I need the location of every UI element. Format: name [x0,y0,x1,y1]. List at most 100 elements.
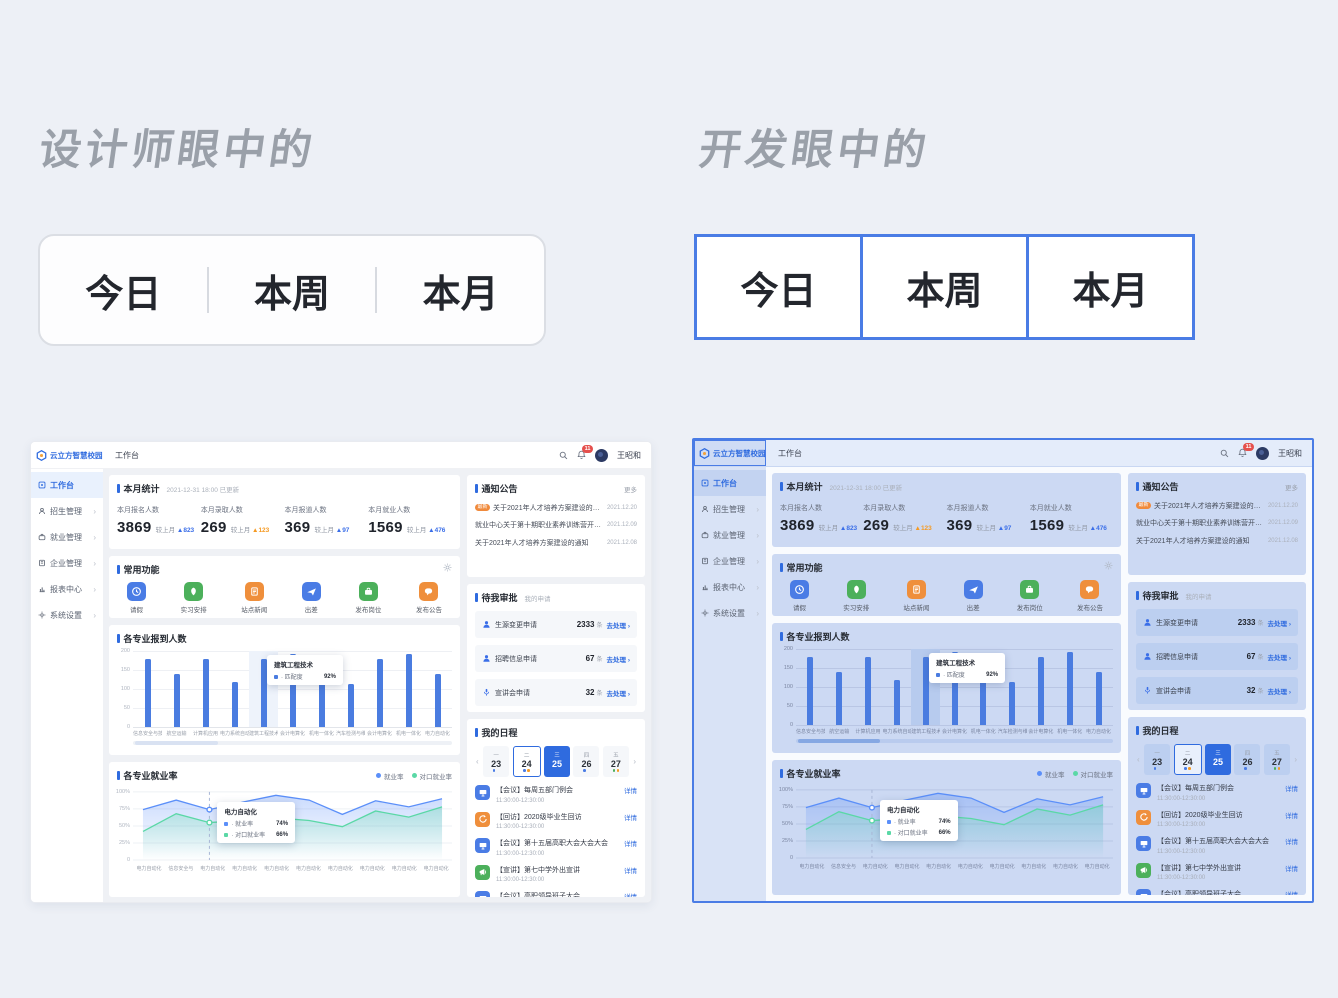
notices-more-link[interactable]: 更多 [624,484,637,494]
notice-item[interactable]: 最新 关于2021年人才培养方案建设的通知 2021.12.20 [475,503,637,513]
schedule-day-27[interactable]: 五 27 [603,746,629,777]
avatar[interactable] [1256,447,1269,460]
tab-this-month[interactable]: 本月 [423,263,499,318]
sidebar-item-enterprise[interactable]: 企业管理 › [31,550,103,576]
notice-item[interactable]: 最新 关于2021年人才培养方案建设的通知 2021.12.20 [1136,501,1298,511]
detail-link[interactable]: 详情 [624,891,637,897]
legend-employment-rate[interactable]: 就业率 [1037,769,1065,779]
sidebar-item-reports[interactable]: 报表中心 › [31,576,103,602]
sidebar-item-workbench[interactable]: 工作台 [694,470,766,496]
legend-employment-rate[interactable]: 就业率 [376,771,404,781]
sidebar-item-employment[interactable]: 就业管理 › [694,522,766,548]
notifications-button[interactable]: 11 [1238,448,1247,459]
quick-action-post-announcement[interactable]: 发布公告 [1077,580,1103,612]
tab-this-month[interactable]: 本月 [1026,234,1195,340]
quick-action-post-announcement[interactable]: 发布公告 [416,582,442,614]
approval-item-source-change[interactable]: 生源变更申请 2333 条 去处理 › [1136,609,1298,636]
quick-action-leave[interactable]: 请假 [790,580,809,612]
detail-link[interactable]: 详情 [624,865,637,875]
scrollbar-thumb[interactable] [798,739,880,743]
schedule-day-26[interactable]: 四 26 [1234,744,1260,775]
schedule-item-career-talk[interactable]: 【宣讲】第七中学外出宣讲11:30:00-12:30:00 详情 [1136,863,1298,882]
bar[interactable] [1067,652,1073,725]
approval-item-career-talk[interactable]: 宣讲会申请 32 条 去处理 › [1136,677,1298,704]
sidebar-item-settings[interactable]: 系统设置 › [694,600,766,626]
schedule-day-24[interactable]: 二 24 [513,746,541,777]
bar[interactable] [348,684,354,727]
sidebar-item-admissions[interactable]: 招生管理 › [31,498,103,524]
schedule-item-return-visit[interactable]: 【回访】2020级毕业生回访11:30:00-12:30:00 详情 [475,812,637,831]
breadcrumb[interactable]: 工作台 [778,448,802,459]
quick-action-internship[interactable]: 实习安排 [843,580,869,612]
sidebar-item-employment[interactable]: 就业管理 › [31,524,103,550]
notice-item[interactable]: 就业中心关于第十期职业素养训练营开营通... 2021.12.09 [1136,518,1298,528]
gear-icon[interactable] [443,563,452,572]
approval-item-source-change[interactable]: 生源变更申请 2333 条 去处理 › [475,611,637,638]
notices-more-link[interactable]: 更多 [1285,482,1298,492]
sidebar-item-enterprise[interactable]: 企业管理 › [694,548,766,574]
schedule-item-career-talk[interactable]: 【宣讲】第七中学外出宣讲11:30:00-12:30:00 详情 [475,865,637,884]
quick-action-site-news[interactable]: 站点新闻 [241,582,267,614]
quick-action-site-news[interactable]: 站点新闻 [903,580,929,612]
quick-action-business-trip[interactable]: 出差 [302,582,321,614]
bar[interactable] [435,674,441,727]
search-icon[interactable] [559,451,568,460]
avatar[interactable] [595,449,608,462]
prev-days-arrow[interactable]: ‹ [475,757,480,766]
notice-item[interactable]: 关于2021年人才培养方案建设的通知 2021.12.08 [475,538,637,548]
breadcrumb[interactable]: 工作台 [115,450,139,461]
approvals-subtitle-tab[interactable]: 我的申请 [1186,591,1212,601]
bar[interactable] [232,682,238,727]
app-logo[interactable]: 云立方智慧校园 [31,442,103,468]
bar[interactable] [377,659,383,727]
go-handle-link[interactable]: 去处理 › [1268,686,1291,696]
quick-action-post-job[interactable]: 发布岗位 [1017,580,1043,612]
sidebar-item-admissions[interactable]: 招生管理 › [694,496,766,522]
go-handle-link[interactable]: 去处理 › [1268,618,1291,628]
schedule-day-25-selected[interactable]: 三 25 [1205,744,1231,775]
go-handle-link[interactable]: 去处理 › [607,654,630,664]
approvals-subtitle-tab[interactable]: 我的申请 [525,593,551,603]
schedule-day-23[interactable]: 一 23 [1144,744,1170,775]
search-icon[interactable] [1220,449,1229,458]
detail-link[interactable]: 详情 [624,838,637,848]
next-days-arrow[interactable]: › [1293,755,1298,764]
legend-matched-employment-rate[interactable]: 对口就业率 [1073,769,1114,779]
detail-link[interactable]: 详情 [1285,863,1298,873]
bar[interactable] [1038,657,1044,725]
app-logo[interactable]: 云立方智慧校园 [694,440,766,466]
bar[interactable] [174,674,180,727]
schedule-item-return-visit[interactable]: 【回访】2020级毕业生回访11:30:00-12:30:00 详情 [1136,810,1298,829]
schedule-day-26[interactable]: 四 26 [573,746,599,777]
bar[interactable] [1009,682,1015,725]
sidebar-item-settings[interactable]: 系统设置 › [31,602,103,628]
quick-action-leave[interactable]: 请假 [127,582,146,614]
schedule-day-25-selected[interactable]: 三 25 [544,746,570,777]
bar[interactable] [836,672,842,725]
schedule-day-24[interactable]: 二 24 [1174,744,1202,775]
bar[interactable] [145,659,151,727]
gear-icon[interactable] [1104,561,1113,570]
go-handle-link[interactable]: 去处理 › [1268,652,1291,662]
bar[interactable] [406,654,412,727]
schedule-day-23[interactable]: 一 23 [483,746,509,777]
schedule-item-meeting[interactable]: 【会议】高职领导班子大会11:30:00-12:30:00 详情 [1136,889,1298,895]
detail-link[interactable]: 详情 [1285,836,1298,846]
detail-link[interactable]: 详情 [1285,810,1298,820]
schedule-item-meeting[interactable]: 【会议】第十五届高职大会大会大会11:30:00-12:30:00 详情 [475,838,637,857]
tab-this-week[interactable]: 本周 [254,263,330,318]
tab-today[interactable]: 今日 [694,234,863,340]
bar[interactable] [923,657,929,725]
bar[interactable] [261,659,267,727]
notice-item[interactable]: 关于2021年人才培养方案建设的通知 2021.12.08 [1136,536,1298,546]
tab-this-week[interactable]: 本周 [860,234,1029,340]
schedule-item-meeting[interactable]: 【会议】高职领导班子大会11:30:00-12:30:00 详情 [475,891,637,897]
bar[interactable] [807,657,813,725]
schedule-day-27[interactable]: 五 27 [1264,744,1290,775]
quick-action-business-trip[interactable]: 出差 [964,580,983,612]
quick-action-internship[interactable]: 实习安排 [181,582,207,614]
schedule-item-meeting[interactable]: 【会议】每周五部门例会11:30:00-12:30:00 详情 [1136,783,1298,802]
go-handle-link[interactable]: 去处理 › [607,620,630,630]
tab-today[interactable]: 今日 [85,263,161,318]
legend-matched-employment-rate[interactable]: 对口就业率 [412,771,453,781]
